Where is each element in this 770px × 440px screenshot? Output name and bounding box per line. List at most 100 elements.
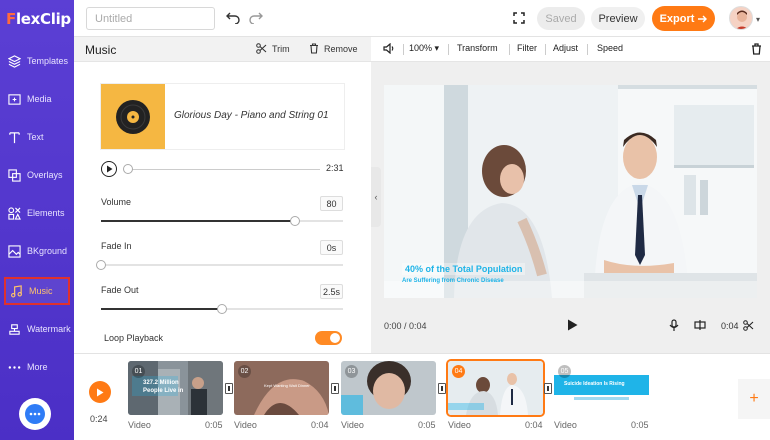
media-icon — [8, 93, 21, 105]
sidebar-item-watermark[interactable]: Watermark — [4, 315, 71, 343]
sidebar-item-overlays[interactable]: Overlays — [4, 161, 70, 189]
transition-handle[interactable] — [544, 383, 552, 394]
scissors-icon — [256, 43, 267, 54]
sidebar-item-media[interactable]: Media — [4, 85, 70, 113]
sidebar-item-more[interactable]: More — [4, 353, 70, 381]
music-seek-handle[interactable] — [123, 164, 133, 174]
music-note-icon — [11, 284, 22, 297]
sidebar-item-label: Overlays — [27, 170, 63, 180]
clip-type: Video — [448, 420, 471, 430]
volume-slider-handle[interactable] — [289, 216, 300, 226]
logo-mark: F — [6, 10, 16, 28]
split-clip-icon[interactable] — [694, 319, 706, 334]
fade-in-slider-handle[interactable] — [96, 260, 106, 270]
flexclip-logo[interactable]: FlexClip — [6, 10, 71, 28]
fade-out-value[interactable]: 2.5s — [320, 284, 343, 299]
zoom-value: 100% — [409, 43, 433, 53]
delete-clip-icon[interactable] — [751, 43, 762, 57]
song-name: Glorious Day - Piano and String 01 — [174, 110, 329, 121]
transition-handle[interactable] — [225, 383, 233, 394]
sidebar-item-background[interactable]: BKground — [4, 237, 70, 265]
preview-play-button[interactable] — [567, 319, 578, 334]
redo-icon[interactable] — [247, 9, 265, 27]
clip-number: 01 — [132, 365, 145, 378]
fade-out-slider-fill — [101, 308, 222, 310]
play-icon — [568, 319, 578, 331]
collapse-panel-button[interactable]: ‹ — [371, 167, 381, 227]
chevron-left-icon: ‹ — [374, 192, 378, 202]
scissors-icon[interactable] — [743, 320, 754, 334]
clip-duration: 0:04 — [721, 321, 739, 331]
adjust-button[interactable]: Adjust — [553, 43, 578, 53]
clip-duration: 0:05 — [205, 420, 223, 430]
music-duration: 2:31 — [326, 163, 344, 173]
plus-icon: + — [749, 390, 759, 407]
toolbar-divider — [448, 44, 449, 55]
loop-playback-toggle[interactable] — [315, 331, 342, 345]
toolbar-divider — [545, 44, 546, 55]
timeline-clip[interactable]: 05 Suicide Ideation Is Rising — [554, 361, 649, 415]
trash-icon — [310, 43, 318, 54]
volume-slider-fill — [101, 220, 295, 222]
sidebar-item-elements[interactable]: Elements — [4, 199, 70, 227]
undo-icon[interactable] — [224, 9, 242, 27]
speed-button[interactable]: Speed — [597, 43, 623, 53]
volume-value[interactable]: 80 — [320, 196, 343, 211]
elements-icon — [8, 206, 21, 220]
logo-text: lexClip — [15, 10, 71, 28]
timeline-play-button[interactable] — [89, 381, 111, 403]
sidebar-item-music[interactable]: Music — [4, 277, 70, 305]
clip-duration: 0:04 — [525, 420, 543, 430]
preview-button[interactable]: Preview — [591, 7, 645, 30]
timeline-clip[interactable]: 03 — [341, 361, 436, 415]
clip-number: 02 — [238, 365, 251, 378]
timeline-clip[interactable]: 02 Kept Wanting Wait Dinner — [234, 361, 329, 415]
music-play-button[interactable] — [101, 161, 117, 177]
saved-button[interactable]: Saved — [537, 7, 585, 30]
fade-out-slider[interactable] — [101, 304, 343, 314]
transform-button[interactable]: Transform — [457, 43, 498, 53]
fade-in-slider[interactable] — [96, 260, 343, 270]
sidebar-item-label: Templates — [27, 56, 69, 66]
chevron-down-icon[interactable]: ▾ — [756, 15, 760, 24]
fade-out-label: Fade Out — [101, 285, 139, 295]
microphone-icon[interactable] — [669, 319, 679, 335]
background-icon — [8, 244, 21, 258]
add-clip-button[interactable]: + — [738, 379, 770, 419]
fade-in-value[interactable]: 0s — [320, 240, 343, 255]
filter-button[interactable]: Filter — [517, 43, 537, 53]
clip-number: 04 — [452, 365, 465, 378]
sidebar-item-templates[interactable]: Templates — [4, 47, 70, 75]
clip-type: Video — [234, 420, 257, 430]
transition-handle[interactable] — [331, 383, 339, 394]
music-track-card[interactable]: Glorious Day - Piano and String 01 — [101, 84, 344, 149]
export-button[interactable]: Export — [652, 6, 715, 31]
preview-toolbar: 100% ▾ Transform Filter Adjust Speed — [371, 37, 770, 62]
clip-duration: 0:05 — [418, 420, 436, 430]
export-label: Export — [659, 12, 695, 25]
music-seek-track[interactable] — [126, 169, 320, 170]
timeline-clip[interactable]: 01 327.2 Million People Live in — [128, 361, 223, 415]
volume-label: Volume — [101, 197, 132, 207]
loop-playback-label: Loop Playback — [104, 333, 164, 343]
trim-button[interactable]: Trim — [256, 43, 290, 54]
fade-out-slider-handle[interactable] — [217, 304, 227, 314]
speaker-icon[interactable] — [383, 42, 395, 56]
fullscreen-icon[interactable] — [510, 9, 528, 27]
video-preview[interactable]: 40% of the Total Population Are Sufferin… — [384, 85, 757, 298]
volume-slider[interactable] — [101, 216, 343, 226]
caption-subtitle[interactable]: Are Suffering from Chronic Disease — [402, 278, 504, 284]
remove-button[interactable]: Remove — [309, 43, 358, 54]
clip-number: 03 — [345, 365, 358, 378]
chat-bubble-icon — [25, 404, 45, 424]
zoom-select[interactable]: 100% ▾ — [409, 43, 439, 54]
user-avatar[interactable] — [729, 6, 753, 30]
sidebar-item-text[interactable]: Text — [4, 123, 70, 151]
project-title-input[interactable] — [86, 7, 215, 30]
chat-support-button[interactable] — [19, 398, 51, 430]
caption-title[interactable]: 40% of the Total Population — [402, 263, 526, 275]
timeline-clip-selected[interactable]: 04 — [448, 361, 543, 415]
toolbar-divider — [587, 44, 588, 55]
transition-handle[interactable] — [438, 383, 446, 394]
music-panel: Music Trim Remove Glorious Day - Piano a… — [74, 37, 371, 353]
